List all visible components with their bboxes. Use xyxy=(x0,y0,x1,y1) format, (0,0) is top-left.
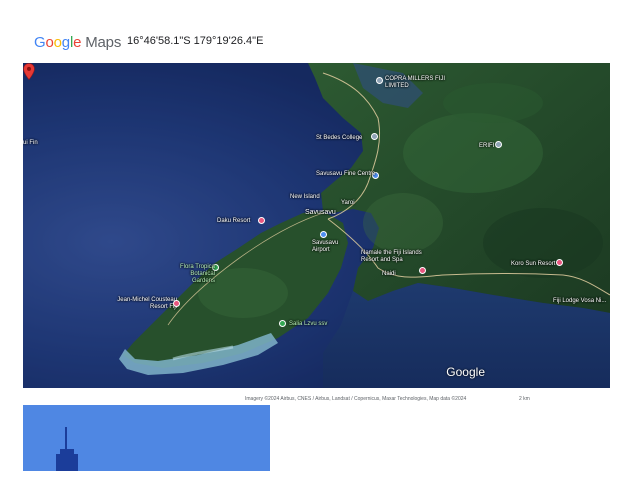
place-label[interactable]: Flora Tropica Botanical Gardens xyxy=(169,264,215,285)
place-label[interactable]: Daku Resort xyxy=(217,218,250,225)
location-pin-icon[interactable] xyxy=(23,63,35,80)
logo-letter-g1: G xyxy=(34,33,46,51)
place-label[interactable]: Yaroi xyxy=(341,200,355,207)
scale-bar[interactable]: 2 km xyxy=(519,396,530,402)
salia-pin-icon[interactable] xyxy=(279,320,286,327)
satellite-imagery xyxy=(23,63,610,388)
coordinates-text: 16°46'58.1"S 179°19'26.4"E xyxy=(127,35,264,47)
map-view[interactable]: COPRA MILLERS FIJI LIMITED St Bedes Coll… xyxy=(23,63,610,388)
header: Google Maps xyxy=(34,30,121,54)
place-label[interactable]: ERIFI xyxy=(479,143,494,150)
daku-pin-icon[interactable] xyxy=(258,217,265,224)
google-maps-logo[interactable]: Google Maps xyxy=(34,34,121,51)
logo-letter-g2: g xyxy=(61,33,70,51)
school-pin-icon[interactable] xyxy=(371,133,378,140)
place-label[interactable]: Savusavu xyxy=(305,209,336,216)
place-label[interactable]: Koro Sun Resort xyxy=(511,261,555,268)
place-label[interactable]: Savusavu Airport xyxy=(312,240,342,254)
logo-maps-text: Maps xyxy=(85,33,122,51)
logo-letter-o1: o xyxy=(45,33,54,51)
logo-letter-o2: o xyxy=(53,33,62,51)
place-label[interactable]: New Island xyxy=(290,194,320,201)
place-label[interactable]: St Bedes College xyxy=(316,135,362,142)
namale-pin-icon[interactable] xyxy=(419,267,426,274)
airport-pin-icon[interactable] xyxy=(320,231,327,238)
place-label[interactable]: Fiji Lodge Vosa Ni... xyxy=(553,298,606,305)
place-label[interactable]: Naidi xyxy=(382,271,396,278)
place-label[interactable]: Salia Lzvu ssv xyxy=(289,321,327,328)
copra-pin-icon[interactable] xyxy=(376,77,383,84)
place-label[interactable]: Namale the Fiji Islands Resort and Spa xyxy=(361,250,431,264)
cousteau-pin-icon[interactable] xyxy=(173,300,180,307)
google-watermark: Google xyxy=(446,365,485,379)
koro-sun-pin-icon[interactable] xyxy=(556,259,563,266)
logo-letter-e: e xyxy=(73,33,82,51)
place-label[interactable]: ui Fin xyxy=(23,140,38,147)
thumbnail-shape xyxy=(56,454,78,471)
place-label[interactable]: COPRA MILLERS FIJI LIMITED xyxy=(385,76,445,90)
place-label[interactable]: Jean-Michel Cousteau Resort Fiji xyxy=(109,297,177,311)
thumbnail-preview[interactable] xyxy=(23,405,270,471)
place-label[interactable]: Savusavu Fine Centre xyxy=(316,171,375,178)
map-attribution[interactable]: Imagery ©2024 Airbus, CNES / Airbus, Lan… xyxy=(245,396,466,402)
erifi-pin-icon[interactable] xyxy=(495,141,502,148)
